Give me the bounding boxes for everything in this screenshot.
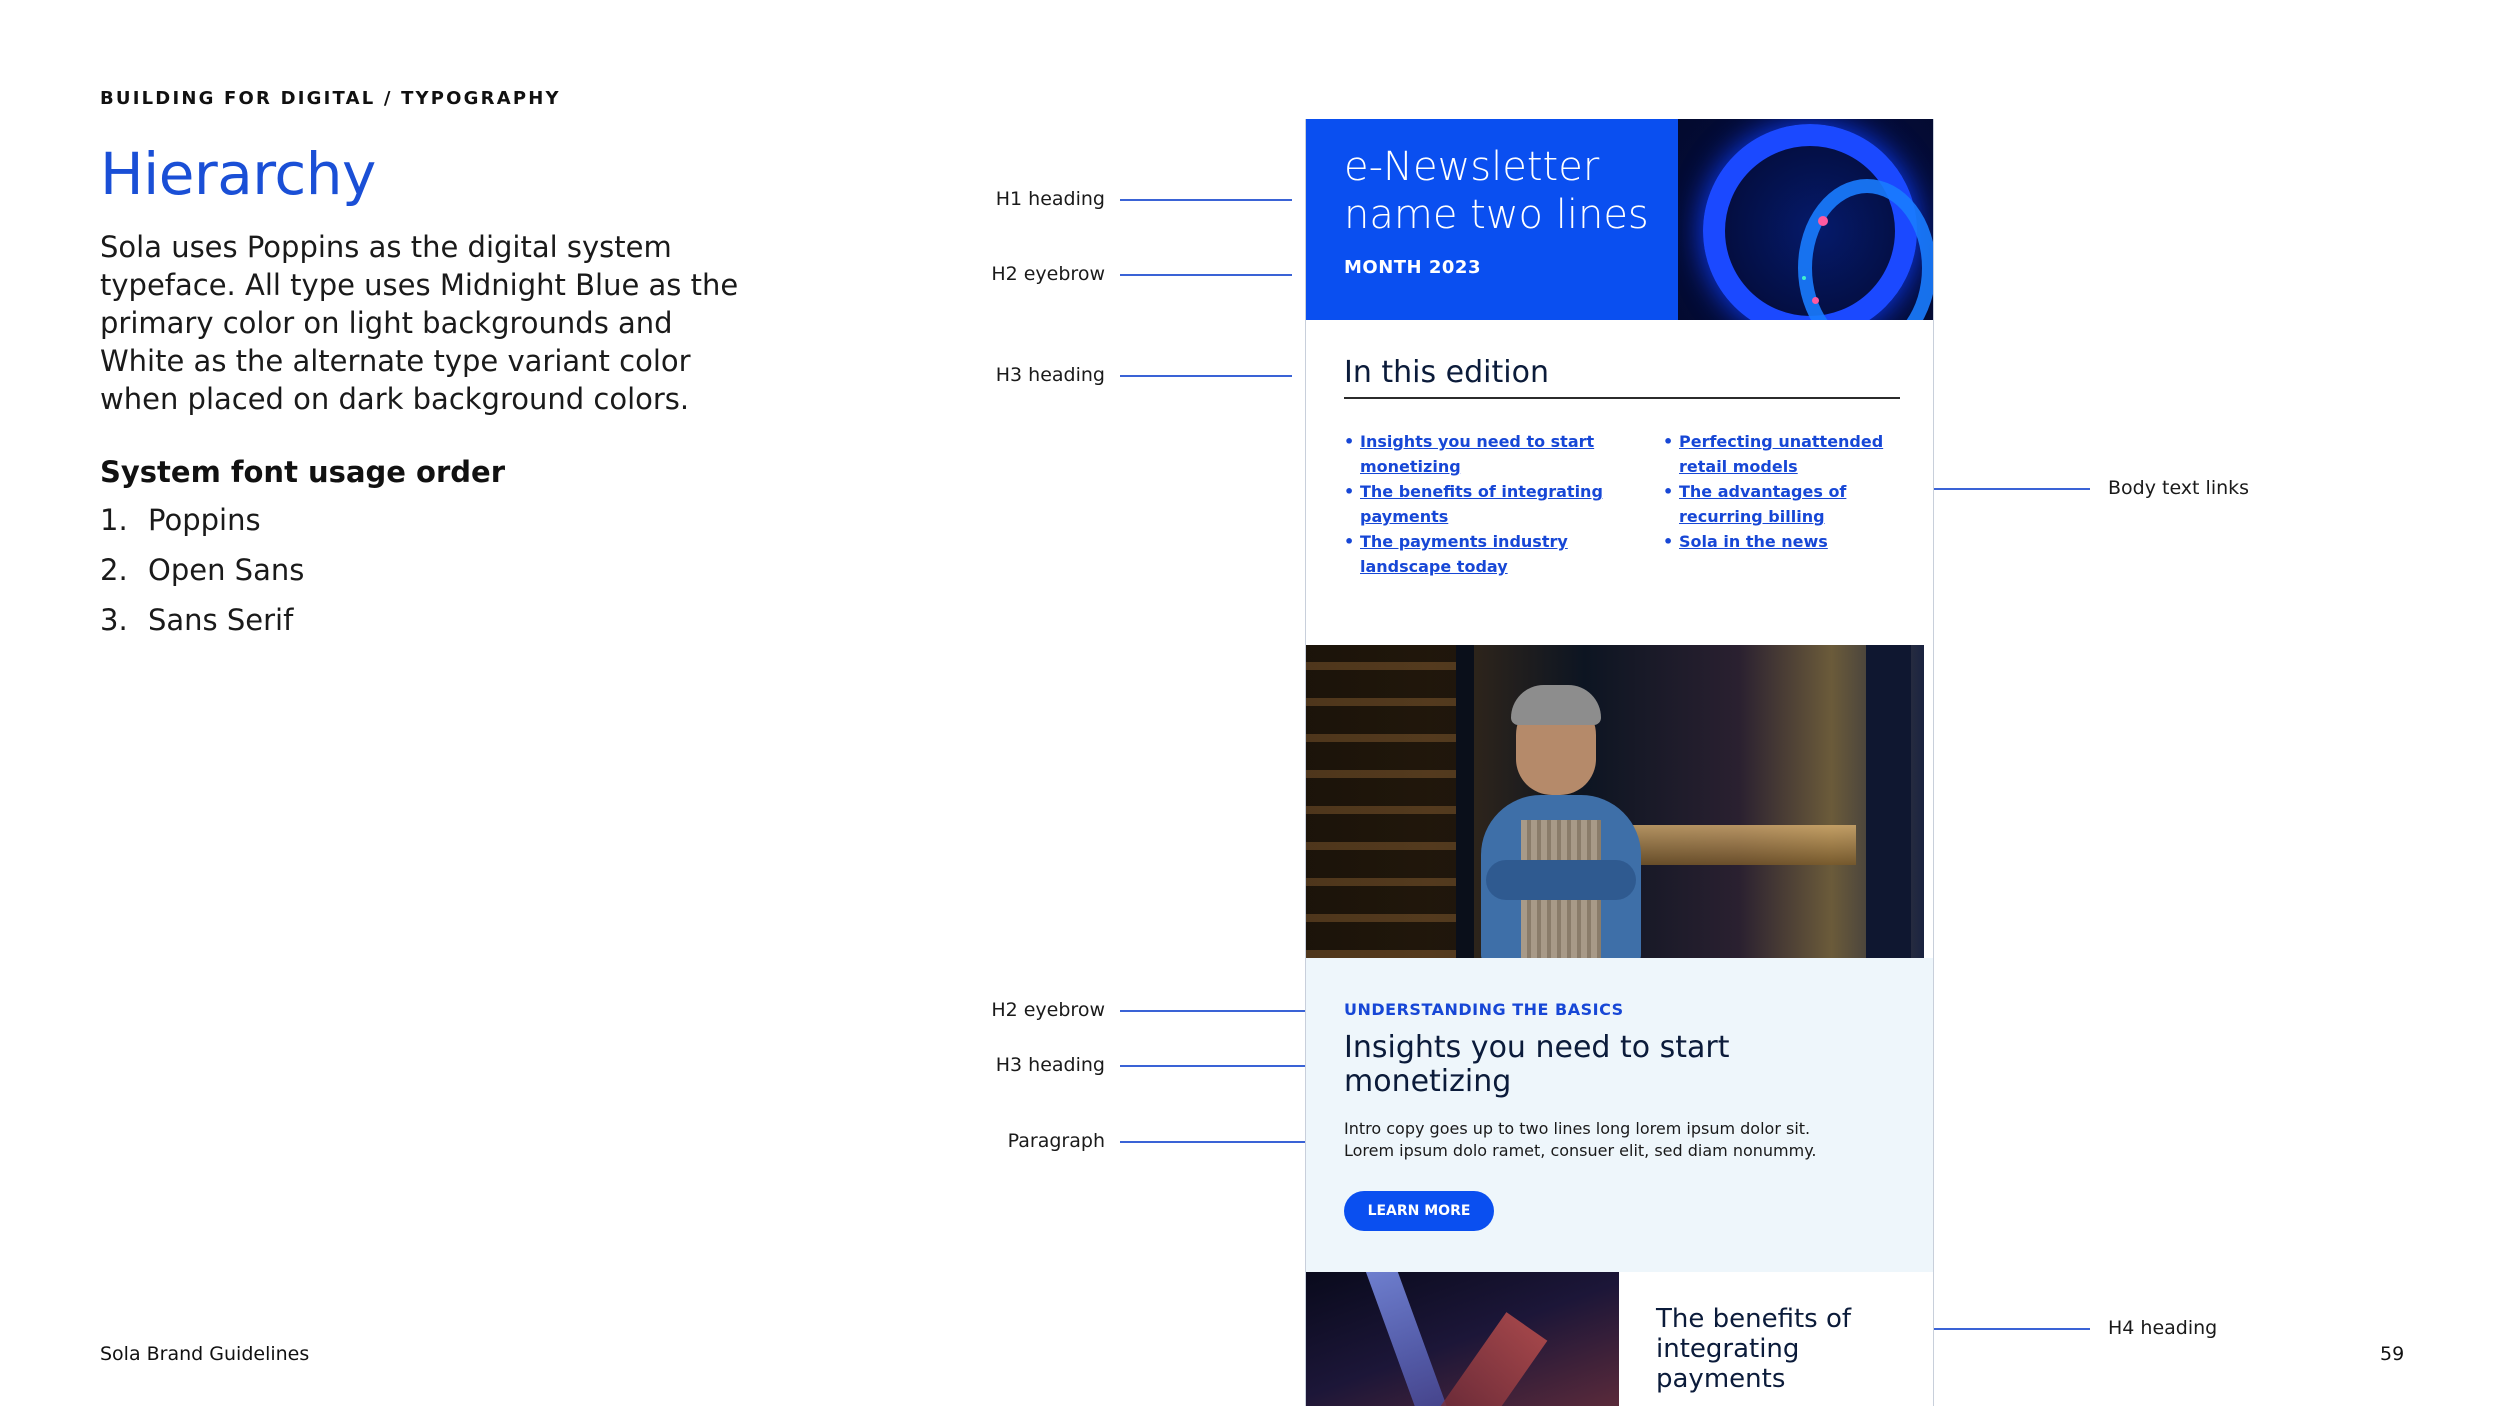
- edition-link[interactable]: Perfecting unattended retail models: [1663, 429, 1923, 479]
- edition-links-right: Perfecting unattended retail models The …: [1663, 429, 1923, 554]
- edition-link[interactable]: Sola in the news: [1663, 529, 1923, 554]
- dot-graphic: [1802, 276, 1806, 280]
- annotation-h2-eyebrow-2: H2 eyebrow: [991, 999, 1105, 1021]
- annotation-h4-heading: H4 heading: [2108, 1317, 2218, 1339]
- edition-links-left: Insights you need to start monetizing Th…: [1344, 429, 1604, 579]
- edition-heading: In this edition: [1344, 355, 1549, 390]
- font-usage-list: 1. Poppins 2. Open Sans 3. Sans Serif: [100, 503, 304, 653]
- section-heading: Insights you need to start monetizing: [1344, 1030, 1730, 1099]
- section-eyebrow: UNDERSTANDING THE BASICS: [1344, 1000, 1624, 1019]
- section-paragraph: Intro copy goes up to two lines long lor…: [1344, 1119, 1817, 1160]
- edition-link[interactable]: The benefits of integrating payments: [1344, 479, 1604, 529]
- article-section: UNDERSTANDING THE BASICS Insights you ne…: [1306, 958, 1933, 1272]
- list-item: 1. Poppins: [100, 503, 261, 537]
- newsletter-preview: e-Newsletter name two lines MONTH 2023 I…: [1305, 119, 1934, 1406]
- annotation-line: [1120, 199, 1292, 201]
- dot-graphic: [1818, 216, 1828, 226]
- annotation-h2-eyebrow: H2 eyebrow: [991, 263, 1105, 285]
- edition-link[interactable]: The advantages of recurring billing: [1663, 479, 1923, 529]
- abstract-image: [1306, 1272, 1619, 1406]
- intro-paragraph: Sola uses Poppins as the digital system …: [100, 230, 739, 416]
- annotation-line: [1120, 1141, 1330, 1143]
- newsletter-hero: e-Newsletter name two lines MONTH 2023: [1306, 119, 1933, 320]
- newsletter-h1: e-Newsletter name two lines: [1344, 144, 1649, 238]
- newsletter-h4: The benefits of integrating payments: [1656, 1304, 1852, 1394]
- page-number: 59: [2380, 1343, 2405, 1365]
- list-item: 2. Open Sans: [100, 553, 305, 587]
- page-title: Hierarchy: [100, 140, 376, 208]
- footer-brand: Sola Brand Guidelines: [100, 1343, 310, 1365]
- annotation-line: [1120, 375, 1292, 377]
- annotation-line: [1120, 1065, 1330, 1067]
- annotation-h3-heading-2: H3 heading: [995, 1054, 1105, 1076]
- breadcrumb: BUILDING FOR DIGITAL / TYPOGRAPHY: [100, 88, 561, 109]
- annotation-h1: H1 heading: [995, 188, 1105, 210]
- annotation-paragraph: Paragraph: [1007, 1130, 1105, 1152]
- list-item: 3. Sans Serif: [100, 603, 294, 637]
- dot-graphic: [1812, 297, 1819, 304]
- font-usage-heading: System font usage order: [100, 455, 505, 489]
- annotation-line: [1120, 1010, 1330, 1012]
- edition-link[interactable]: Insights you need to start monetizing: [1344, 429, 1604, 479]
- learn-more-button[interactable]: LEARN MORE: [1344, 1191, 1494, 1231]
- edition-link[interactable]: The payments industry landscape today: [1344, 529, 1604, 579]
- annotation-line: [1120, 274, 1292, 276]
- hero-artwork: [1678, 119, 1933, 320]
- shop-owner-photo: [1306, 645, 1924, 958]
- annotation-body-links: Body text links: [2108, 477, 2250, 499]
- newsletter-month: MONTH 2023: [1344, 257, 1481, 278]
- annotation-h3-heading: H3 heading: [995, 364, 1105, 386]
- divider: [1344, 397, 1900, 399]
